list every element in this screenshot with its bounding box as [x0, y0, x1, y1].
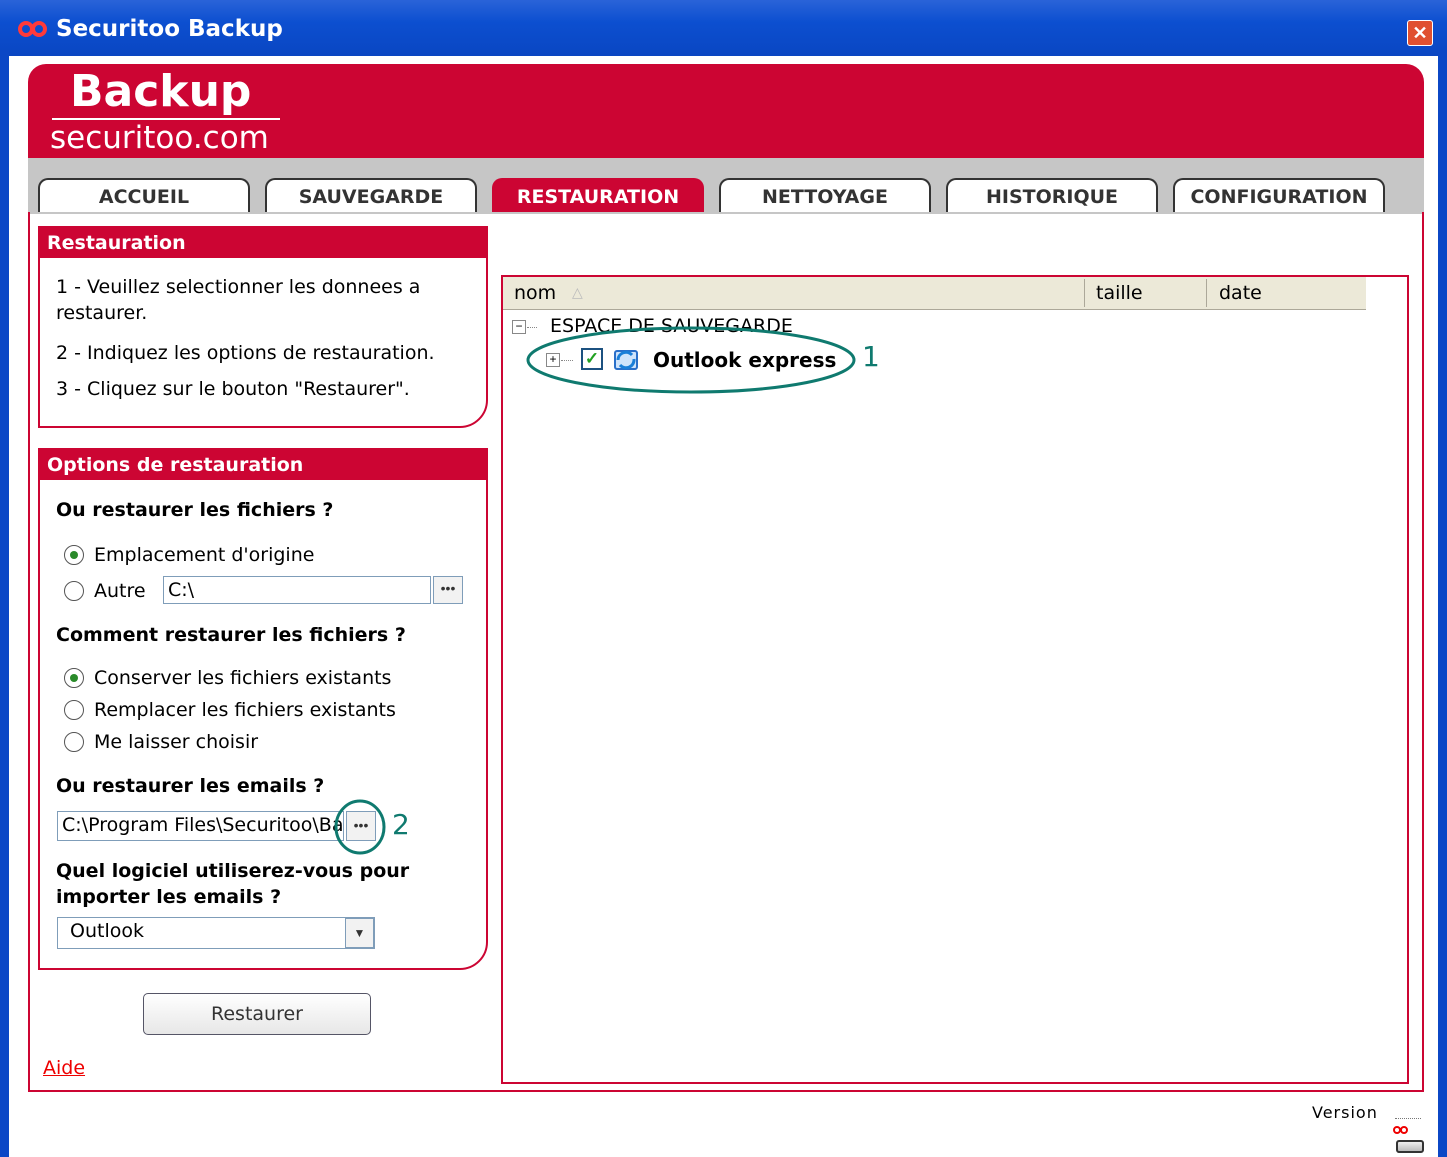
software-select-value: Outlook: [70, 920, 144, 942]
browse-other-button[interactable]: •••: [433, 576, 463, 604]
tree-panel: [501, 275, 1409, 1084]
version-number: [1395, 1104, 1421, 1119]
sort-asc-icon: △: [572, 284, 583, 300]
logo-subtitle: securitoo.com: [50, 120, 269, 156]
radio-keep[interactable]: [64, 668, 84, 688]
radio-choose[interactable]: [64, 732, 84, 752]
tab-configuration[interactable]: CONFIGURATION: [1173, 178, 1385, 212]
help-link[interactable]: Aide: [43, 1057, 85, 1079]
tab-restauration[interactable]: RESTAURATION: [492, 178, 704, 212]
brand-mark-icon: [1393, 1126, 1408, 1134]
label-replace: Remplacer les fichiers existants: [94, 699, 396, 721]
column-separator: [1206, 279, 1207, 307]
annotation-ellipse-1: [526, 326, 856, 394]
help-step-3: 3 - Cliquez sur le bouton "Restaurer".: [56, 378, 410, 400]
chevron-down-icon[interactable]: ▼: [345, 918, 374, 948]
where-files-question: Ou restaurer les fichiers ?: [56, 499, 334, 521]
column-name[interactable]: nom: [514, 277, 556, 309]
which-software-question-1: Quel logiciel utiliserez-vous pour: [56, 860, 410, 882]
help-step-1-cont: restaurer.: [56, 302, 148, 324]
app-logo-icon: [18, 21, 47, 37]
software-select[interactable]: Outlook: [57, 917, 375, 949]
other-path-input[interactable]: C:\: [163, 576, 431, 604]
window-title: Securitoo Backup: [56, 16, 283, 42]
help-step-1: 1 - Veuillez selectionner les donnees a: [56, 276, 421, 298]
which-software-question-2: importer les emails ?: [56, 886, 282, 908]
annotation-1-label: 1: [862, 340, 880, 373]
tab-historique[interactable]: HISTORIQUE: [946, 178, 1158, 212]
version-label: Version: [1312, 1103, 1378, 1122]
label-choose: Me laisser choisir: [94, 731, 259, 753]
label-keep: Conserver les fichiers existants: [94, 667, 392, 689]
how-files-question: Comment restaurer les fichiers ?: [56, 624, 406, 646]
column-size[interactable]: taille: [1096, 277, 1143, 309]
restore-button[interactable]: Restaurer: [143, 993, 371, 1035]
tab-sauvegarde[interactable]: SAUVEGARDE: [265, 178, 477, 212]
tray-icon[interactable]: [1396, 1140, 1424, 1153]
radio-origin[interactable]: [64, 545, 84, 565]
email-path-input[interactable]: C:\Program Files\Securitoo\Bac: [57, 811, 344, 841]
options-panel-title: Options de restauration: [40, 450, 486, 480]
radio-other[interactable]: [64, 581, 84, 601]
logo-title: Backup: [70, 66, 252, 117]
tab-accueil[interactable]: ACCUEIL: [38, 178, 250, 212]
title-bar: Securitoo Backup ✕: [0, 0, 1447, 56]
radio-replace[interactable]: [64, 700, 84, 720]
tab-nettoyage[interactable]: NETTOYAGE: [719, 178, 931, 212]
column-date[interactable]: date: [1219, 277, 1262, 309]
help-panel-title: Restauration: [40, 228, 486, 258]
column-separator: [1084, 279, 1085, 307]
label-origin: Emplacement d'origine: [94, 544, 315, 566]
where-emails-question: Ou restaurer les emails ?: [56, 775, 325, 797]
label-other: Autre: [94, 580, 146, 602]
close-button[interactable]: ✕: [1407, 20, 1433, 46]
help-step-2: 2 - Indiquez les options de restauration…: [56, 342, 435, 364]
annotation-2-label: 2: [392, 808, 410, 841]
annotation-circle-2: [334, 799, 386, 855]
